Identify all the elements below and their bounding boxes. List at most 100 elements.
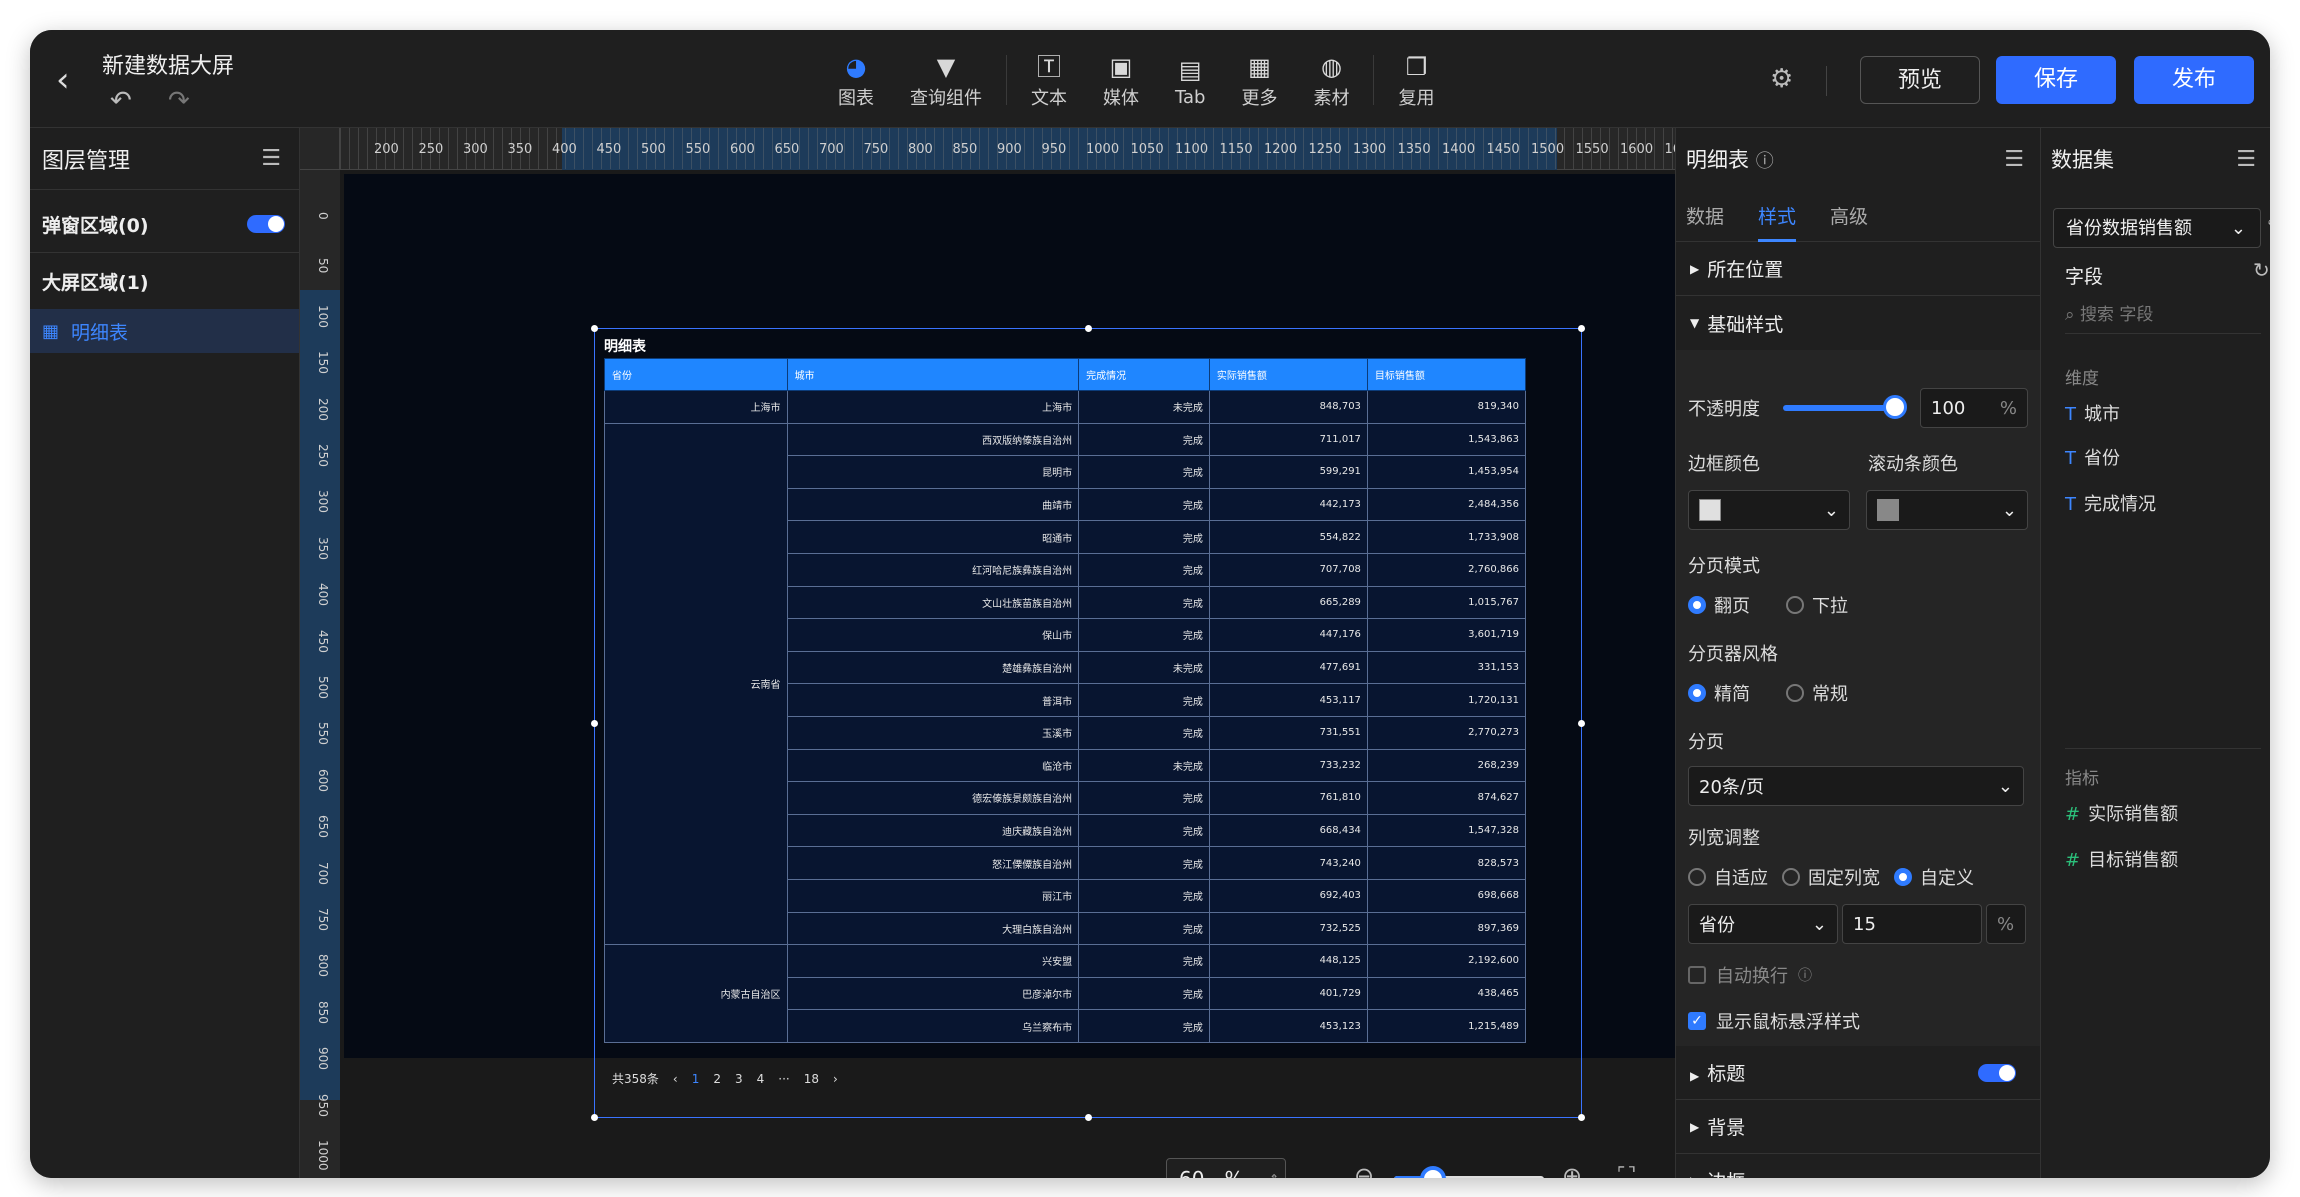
widget-title: 明细表: [604, 339, 646, 355]
undo-icon[interactable]: ↶: [110, 86, 132, 116]
field-city[interactable]: T 城市: [2065, 400, 2120, 426]
zoom-slider[interactable]: [1394, 1166, 1544, 1178]
tool-text[interactable]: 🅃 文本: [1013, 44, 1085, 116]
pager-page[interactable]: 18: [804, 1072, 819, 1086]
redo-icon[interactable]: ↷: [168, 86, 190, 116]
radio-page-flip[interactable]: 翻页: [1688, 592, 1750, 618]
save-button[interactable]: 保存: [1996, 56, 2116, 104]
pager-page[interactable]: ···: [778, 1072, 789, 1086]
radio-custom[interactable]: 自定义: [1894, 864, 1974, 890]
actual-cell: 477,691: [1208, 650, 1368, 685]
pager-prev-icon[interactable]: ‹: [673, 1072, 678, 1086]
screen-area-row[interactable]: 大屏区域(1): [30, 253, 299, 309]
fit-screen-icon[interactable]: ⛶: [1618, 1162, 1635, 1178]
tool-chart[interactable]: ◕ 图表: [820, 44, 892, 116]
popup-area-toggle[interactable]: [247, 215, 285, 233]
table-header-cell[interactable]: 城市: [786, 358, 1080, 391]
table-header-cell[interactable]: 省份: [604, 358, 788, 391]
popup-area-row[interactable]: 弹窗区域(0): [30, 196, 299, 252]
resize-handle[interactable]: [1578, 1114, 1585, 1121]
scroll-color-picker[interactable]: ⌄: [1866, 490, 2028, 530]
section-basic[interactable]: ▼ 基础样式: [1676, 296, 2040, 350]
tool-query[interactable]: ▼ 查询组件: [892, 44, 1000, 116]
stepper-icon[interactable]: ⇕: [1269, 1159, 1279, 1178]
dataset-select[interactable]: 省份数据销售额 ⌄: [2053, 208, 2261, 248]
pager-next-icon[interactable]: ›: [833, 1072, 838, 1086]
pager-page[interactable]: 3: [735, 1072, 743, 1086]
tab-style[interactable]: 样式: [1758, 190, 1797, 242]
info-icon[interactable]: ⓘ: [1756, 151, 1774, 172]
tool-material[interactable]: ◍ 素材: [1295, 44, 1367, 116]
table-header-cell[interactable]: 目标销售额: [1366, 358, 1527, 391]
field-label: 实际销售额: [2088, 804, 2179, 825]
col-width-input[interactable]: 15: [1842, 904, 1982, 944]
table-header-cell[interactable]: 完成情况: [1078, 358, 1210, 391]
section-title[interactable]: ▶ 标题: [1676, 1046, 2040, 1100]
city-cell: 德宏傣族景颇族自治州: [786, 781, 1080, 815]
chevron-down-icon: ⌄: [2001, 499, 2017, 521]
tool-reuse[interactable]: ❐ 复用: [1380, 44, 1452, 116]
settings-sliders-icon[interactable]: ⚙: [1770, 64, 1793, 94]
zoom-in-icon[interactable]: ⊕: [1562, 1162, 1582, 1178]
radio-simple[interactable]: 精简: [1688, 680, 1750, 706]
pager-page[interactable]: 2: [713, 1072, 721, 1086]
field-target-sales[interactable]: # 目标销售额: [2065, 846, 2178, 872]
field-status[interactable]: T 完成情况: [2065, 490, 2156, 516]
info-icon[interactable]: ⓘ: [1798, 965, 1812, 985]
menu-icon[interactable]: ☰: [261, 146, 281, 171]
detail-table-widget[interactable]: 明细表 省份 城市 完成情况 实际销售额 目标销售额 上海市 上海市 未完成 848,703 8…: [604, 336, 1544, 1116]
zoom-out-icon[interactable]: ⊖: [1354, 1162, 1374, 1178]
pager-page[interactable]: 4: [757, 1072, 765, 1086]
zoom-slider-knob[interactable]: [1420, 1166, 1446, 1178]
table-row[interactable]: 内蒙古自治区 兴安盟 完成 448,125 2,192,600: [604, 944, 1527, 1043]
section-position[interactable]: ▶ 所在位置: [1676, 242, 2040, 296]
auto-wrap-checkbox[interactable]: [1688, 966, 1706, 984]
table-row[interactable]: 上海市 上海市 未完成 848,703 819,340: [604, 390, 1527, 424]
radio-dot: [1786, 596, 1804, 614]
section-background[interactable]: ▶ 背景: [1676, 1100, 2040, 1154]
resize-handle[interactable]: [591, 325, 598, 332]
tab-data[interactable]: 数据: [1686, 202, 1724, 229]
radio-dropdown[interactable]: 下拉: [1786, 592, 1848, 618]
field-search-input[interactable]: ⌕ 搜索 字段: [2065, 300, 2261, 334]
target-cell: 3,601,719: [1366, 618, 1527, 652]
resize-handle[interactable]: [1578, 720, 1585, 727]
menu-icon[interactable]: ☰: [2236, 147, 2256, 172]
radio-adaptive[interactable]: 自适应: [1688, 864, 1768, 890]
col-field-select[interactable]: 省份 ⌄: [1688, 904, 1838, 944]
resize-handle[interactable]: [1578, 325, 1585, 332]
menu-icon[interactable]: ☰: [2004, 147, 2024, 172]
opacity-slider-knob[interactable]: [1883, 395, 1907, 419]
field-province[interactable]: T 省份: [2065, 444, 2120, 470]
publish-button[interactable]: 发布: [2134, 56, 2254, 104]
pager-page[interactable]: 1: [692, 1072, 700, 1086]
preview-button[interactable]: 预览: [1860, 56, 1980, 104]
tool-media[interactable]: ▣ 媒体: [1085, 44, 1157, 116]
tab-advanced[interactable]: 高级: [1830, 202, 1868, 229]
resize-handle[interactable]: [591, 1114, 598, 1121]
opacity-slider[interactable]: [1783, 395, 1907, 419]
edit-icon[interactable]: ✎: [2267, 216, 2270, 237]
field-actual-sales[interactable]: # 实际销售额: [2065, 800, 2178, 826]
opacity-input[interactable]: 100%: [1920, 388, 2028, 428]
table-header-cell[interactable]: 实际销售额: [1208, 358, 1368, 391]
table-row[interactable]: 云南省 西双版纳傣族自治州 完成 711,017 1,543,863: [604, 422, 1527, 946]
radio-normal[interactable]: 常规: [1786, 680, 1848, 706]
screen-stage[interactable]: 明细表 省份 城市 完成情况 实际销售额 目标销售额 上海市 上海市 未完成 848,703 8…: [344, 174, 1675, 1121]
page-size-select[interactable]: 20条/页 ⌄: [1688, 766, 2024, 806]
refresh-icon[interactable]: ↻: [2253, 258, 2270, 282]
ruler-tick-label: 950: [1041, 142, 1067, 157]
table-body: 上海市 上海市 未完成 848,703 819,340 云南省 西双版纳傣族自治州 完成 711…: [604, 390, 1527, 1043]
tool-more[interactable]: ▦ 更多: [1223, 44, 1295, 116]
resize-handle[interactable]: [591, 720, 598, 727]
title-toggle[interactable]: [1978, 1063, 2016, 1082]
zoom-input[interactable]: 60% ⇕: [1166, 1158, 1286, 1178]
tool-tab[interactable]: ▤ Tab: [1157, 44, 1223, 116]
resize-handle[interactable]: [1085, 325, 1092, 332]
hover-style-checkbox[interactable]: ✓: [1688, 1012, 1706, 1030]
radio-fixed[interactable]: 固定列宽: [1782, 864, 1880, 890]
layer-item-detail-table[interactable]: ▦ 明细表: [30, 309, 299, 353]
back-arrow-icon[interactable]: ‹: [56, 60, 84, 100]
border-color-picker[interactable]: ⌄: [1688, 490, 1850, 530]
section-border[interactable]: ▶ 边框: [1676, 1154, 2040, 1178]
